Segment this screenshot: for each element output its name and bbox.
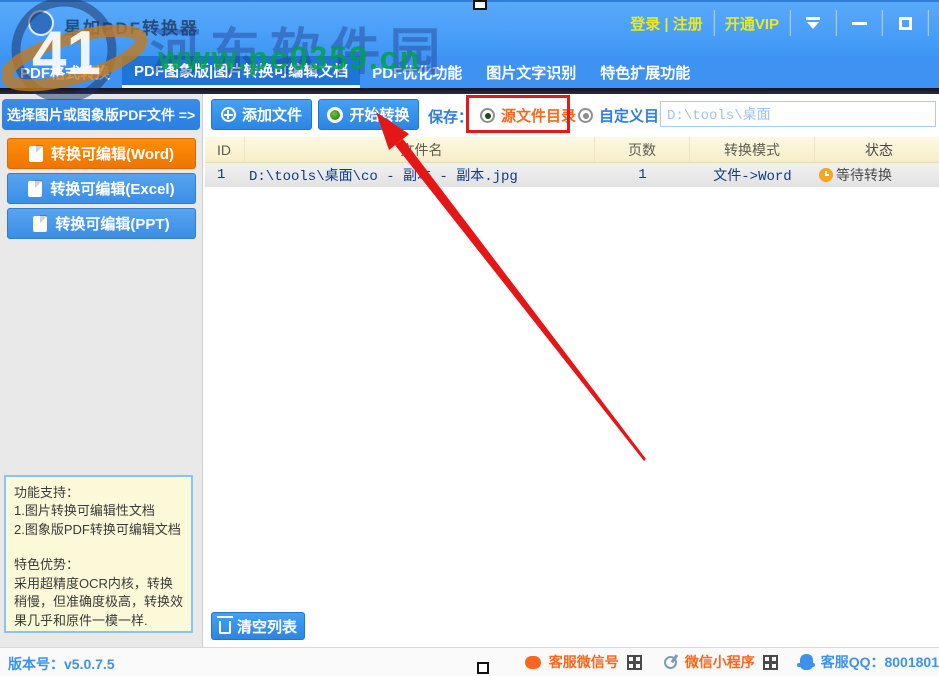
source-dir-radio[interactable]: 源文件目录	[480, 105, 576, 126]
minimize-icon	[852, 22, 867, 25]
tab-image-pdf-to-editable[interactable]: PDF图象版|图片转换可编辑文档	[122, 56, 360, 88]
select-file-button[interactable]: 选择图片或图象版PDF文件 =>	[2, 99, 200, 130]
waiting-clock-icon	[819, 168, 833, 182]
vip-link[interactable]: 开通VIP	[715, 13, 789, 34]
clear-list-label: 清空列表	[237, 616, 297, 637]
selection-handle-bottom[interactable]	[477, 662, 489, 674]
titlebar-divider	[927, 10, 929, 36]
convert-to-excel-button[interactable]: 转换可编辑(Excel)	[7, 173, 196, 204]
chevron-down-icon	[804, 16, 822, 30]
tab-pdf-optimize[interactable]: PDF优化功能	[360, 56, 474, 88]
table-header: ID 文件名 页数 转换模式 状态	[205, 137, 939, 163]
convert-to-excel-label: 转换可编辑(Excel)	[50, 178, 174, 199]
clear-list-button[interactable]: 清空列表	[211, 612, 305, 640]
start-convert-button[interactable]: 开始转换	[318, 99, 419, 130]
tab-image-ocr[interactable]: 图片文字识别	[474, 56, 588, 88]
mini-program-link[interactable]: 微信小程序	[685, 652, 755, 672]
source-dir-radio-label: 源文件目录	[501, 105, 576, 126]
convert-to-word-button[interactable]: 转换可编辑(Word)	[7, 138, 196, 169]
app-title: 星如PDF转换器	[64, 14, 199, 39]
table-row[interactable]: 1 D:\tools\桌面\co - 副本 - 副本.jpg 1 文件->Wor…	[205, 163, 939, 187]
info-advantage-desc: 采用超精度OCR内核，转换稍慢，但准确度极高，转换效果几乎和原件一模一样.	[14, 575, 183, 630]
status-bar: 版本号：v5.0.7.5 客服微信号 微信小程序 客服QQ：8001801	[0, 647, 939, 676]
mini-program-qr-code-icon[interactable]	[763, 655, 778, 670]
wechat-service-link[interactable]: 客服微信号	[549, 652, 619, 672]
add-file-icon	[221, 107, 236, 122]
title-bar: 星如PDF转换器 登录 | 注册 开通VIP	[0, 0, 939, 56]
file-table: ID 文件名 页数 转换模式 状态 1 D:\tools\桌面\co - 副本 …	[205, 137, 939, 187]
link-icon	[664, 656, 677, 669]
add-file-button[interactable]: 添加文件	[211, 99, 312, 130]
custom-dir-radio-icon	[578, 108, 593, 123]
info-title-support: 功能支持：	[14, 484, 183, 502]
wechat-qr-code-icon[interactable]	[627, 655, 642, 670]
app-window: 星如PDF转换器 登录 | 注册 开通VIP PDF格式转换 PDF图象版|图片…	[0, 0, 939, 676]
word-doc-icon	[29, 146, 43, 162]
col-header-pages: 页数	[595, 137, 690, 162]
col-header-id: ID	[205, 137, 245, 162]
excel-doc-icon	[28, 181, 42, 197]
col-header-mode: 转换模式	[690, 137, 815, 162]
sidebar: 选择图片或图象版PDF文件 => 转换可编辑(Word) 转换可编辑(Excel…	[0, 94, 203, 647]
row-status-text: 等待转换	[836, 165, 892, 185]
minimize-button[interactable]	[837, 9, 881, 37]
feature-info-box: 功能支持： 1.图片转换可编辑性文档 2.图象版PDF转换可编辑文档 特色优势：…	[4, 475, 193, 633]
start-convert-icon	[327, 107, 343, 123]
trash-icon	[219, 621, 231, 634]
row-id: 1	[205, 163, 245, 187]
titlebar-controls: 登录 | 注册 开通VIP	[620, 8, 929, 38]
maximize-button[interactable]	[883, 9, 927, 37]
convert-to-ppt-button[interactable]: 转换可编辑(PPT)	[7, 208, 196, 239]
row-filename: D:\tools\桌面\co - 副本 - 副本.jpg	[245, 163, 595, 187]
service-qq-label: 客服QQ：8001801	[821, 652, 939, 672]
info-line-1: 1.图片转换可编辑性文档	[14, 502, 183, 520]
login-register-link[interactable]: 登录 | 注册	[620, 13, 713, 34]
save-label: 保存：	[428, 106, 473, 127]
start-convert-label: 开始转换	[349, 104, 409, 125]
convert-to-word-label: 转换可编辑(Word)	[51, 143, 174, 164]
row-pages: 1	[595, 163, 690, 187]
col-header-status: 状态	[815, 137, 939, 162]
selection-handle-top[interactable]	[473, 0, 487, 10]
col-header-filename: 文件名	[245, 137, 595, 162]
statusbar-links: 客服微信号 微信小程序 客服QQ：8001801	[525, 652, 939, 672]
row-status: 等待转换	[815, 163, 939, 187]
app-logo-icon	[28, 10, 54, 36]
version-label: 版本号：v5.0.7.5	[8, 654, 115, 674]
row-mode: 文件->Word	[690, 163, 815, 187]
info-title-advantage: 特色优势：	[14, 556, 183, 574]
ppt-doc-icon	[33, 216, 47, 232]
maximize-icon	[899, 17, 912, 30]
theme-menu-button[interactable]	[791, 9, 835, 37]
add-file-label: 添加文件	[242, 104, 302, 125]
info-spacer	[14, 539, 183, 556]
convert-to-ppt-label: 转换可编辑(PPT)	[55, 213, 169, 234]
source-dir-radio-icon	[480, 108, 495, 123]
custom-dir-input[interactable]	[660, 101, 936, 127]
tab-bar: PDF格式转换 PDF图象版|图片转换可编辑文档 PDF优化功能 图片文字识别 …	[0, 56, 939, 88]
wechat-icon	[525, 656, 541, 669]
qq-penguin-icon	[800, 654, 813, 670]
tab-special-extend[interactable]: 特色扩展功能	[588, 56, 702, 88]
info-line-2: 2.图象版PDF转换可编辑文档	[14, 521, 183, 539]
tab-pdf-format-convert[interactable]: PDF格式转换	[8, 56, 122, 88]
